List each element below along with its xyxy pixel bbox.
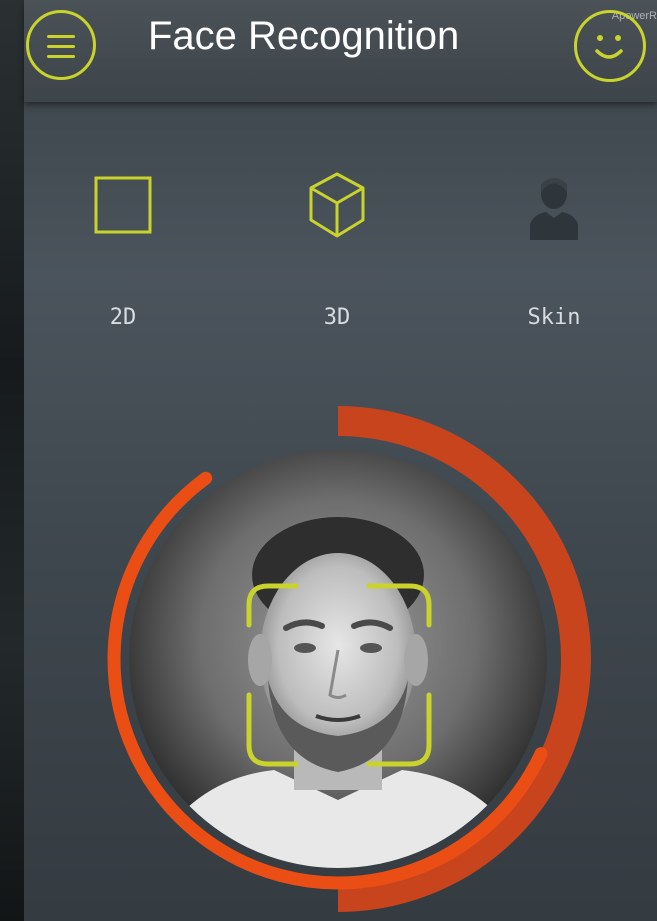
- header-bar: Face Recognition ApowerR: [24, 0, 657, 102]
- face-scanner: [107, 406, 591, 912]
- mode-3d-button[interactable]: 3D: [277, 165, 397, 345]
- background-left-edge: [0, 0, 24, 921]
- menu-button[interactable]: [26, 10, 96, 80]
- app-screen: Face Recognition ApowerR 2D 3D Skin: [24, 0, 657, 921]
- smiley-face-icon: [595, 35, 623, 59]
- profile-button[interactable]: [574, 10, 646, 82]
- page-title: Face Recognition: [148, 14, 460, 58]
- cube-icon: [309, 172, 365, 238]
- square-icon: [94, 176, 152, 234]
- mode-skin-label: Skin: [527, 305, 581, 330]
- mode-2d-label: 2D: [109, 305, 137, 330]
- camera-feed: [129, 450, 547, 868]
- person-icon: [530, 178, 578, 240]
- mode-3d-label: 3D: [323, 305, 351, 330]
- mode-2d-button[interactable]: 2D: [63, 165, 183, 345]
- mode-skin-button[interactable]: Skin: [494, 165, 614, 345]
